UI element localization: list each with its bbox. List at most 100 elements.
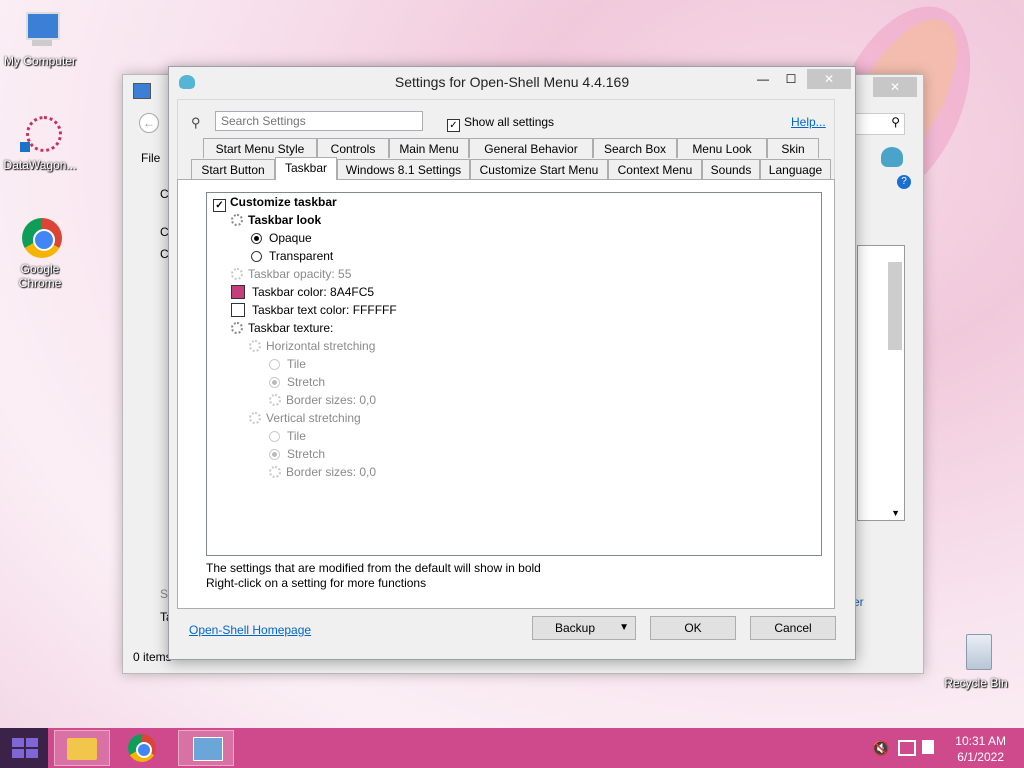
tab-general-behavior[interactable]: General Behavior (469, 138, 593, 158)
hint-text-2: Right-click on a setting for more functi… (206, 576, 427, 590)
settings-app-icon (193, 737, 223, 761)
network-icon[interactable] (898, 740, 916, 756)
radio-selected[interactable] (251, 233, 262, 244)
back-button[interactable]: ← (139, 113, 159, 133)
cancel-button[interactable]: Cancel (750, 616, 836, 640)
radio-unselected[interactable] (251, 251, 262, 262)
help-link[interactable]: Help... (791, 115, 826, 129)
setting-horizontal-stretching[interactable]: Horizontal stretching (249, 337, 375, 355)
clock-time: 10:31 AM (955, 734, 1006, 748)
option-h-stretch[interactable]: Stretch (269, 373, 325, 391)
tab-start-menu-style[interactable]: Start Menu Style (203, 138, 317, 158)
checkbox-checked[interactable]: ✓ (213, 199, 226, 212)
radio-selected[interactable] (269, 449, 280, 460)
color-swatch[interactable] (231, 303, 245, 317)
setting-taskbar-color[interactable]: Taskbar color: 8A4FC5 (231, 283, 374, 301)
action-center-icon[interactable] (922, 740, 934, 754)
desktop-icon-label: DataWagon... (3, 158, 77, 172)
tab-search-box[interactable]: Search Box (593, 138, 677, 158)
setting-h-border-sizes[interactable]: Border sizes: 0,0 (269, 391, 376, 409)
tab-skin[interactable]: Skin (767, 138, 819, 158)
setting-taskbar-text-color[interactable]: Taskbar text color: FFFFFF (231, 301, 397, 319)
setting-taskbar-look[interactable]: Taskbar look (231, 211, 321, 229)
gear-icon (231, 268, 243, 280)
taskbar-file-explorer[interactable] (54, 730, 110, 766)
tab-context-menu[interactable]: Context Menu (608, 159, 702, 179)
option-opaque[interactable]: Opaque (251, 229, 312, 247)
windows-logo-icon (12, 738, 38, 758)
dropdown-arrow-icon: ▼ (619, 622, 629, 633)
explorer-close-button[interactable]: ✕ (873, 77, 917, 97)
help-icon[interactable]: ? (897, 175, 911, 189)
gear-icon (269, 394, 281, 406)
flower-logo-icon (18, 112, 62, 156)
gear-icon (231, 322, 243, 334)
radio-unselected[interactable] (269, 359, 280, 370)
tab-controls[interactable]: Controls (317, 138, 389, 158)
ok-button[interactable]: OK (650, 616, 736, 640)
dialog-titlebar[interactable]: Settings for Open-Shell Menu 4.4.169 — ☐… (169, 67, 855, 97)
setting-v-border-sizes[interactable]: Border sizes: 0,0 (269, 463, 376, 481)
color-swatch[interactable] (231, 285, 245, 299)
chrome-icon (18, 216, 62, 260)
tab-start-button[interactable]: Start Button (191, 159, 275, 179)
settings-tree[interactable]: ✓ Customize taskbar Taskbar look Opaque T… (206, 192, 822, 556)
close-button[interactable]: ✕ (807, 69, 851, 89)
taskbar-settings-app[interactable] (178, 730, 234, 766)
taskbar-chrome[interactable] (114, 730, 170, 766)
computer-icon (18, 8, 62, 52)
settings-dialog[interactable]: Settings for Open-Shell Menu 4.4.169 — ☐… (168, 66, 856, 660)
desktop-icon-label: My Computer (3, 54, 77, 68)
option-h-tile[interactable]: Tile (269, 355, 306, 373)
setting-vertical-stretching[interactable]: Vertical stretching (249, 409, 361, 427)
maximize-button[interactable]: ☐ (777, 69, 805, 89)
hint-text-1: The settings that are modified from the … (206, 561, 541, 575)
clock[interactable]: 10:31 AM 6/1/2022 (955, 733, 1006, 765)
radio-unselected[interactable] (269, 431, 280, 442)
start-button[interactable] (0, 728, 48, 768)
scroll-down-arrow[interactable]: ▼ (891, 508, 900, 518)
explorer-search-box[interactable]: ⚲ (853, 113, 905, 135)
tab-sounds[interactable]: Sounds (702, 159, 760, 179)
tab-customize-start-menu[interactable]: Customize Start Menu (470, 159, 608, 179)
minimize-button[interactable]: — (749, 69, 777, 89)
desktop-icon-recycle-bin[interactable]: Recycle Bin (936, 630, 1016, 690)
search-input[interactable] (215, 111, 423, 131)
tab-taskbar[interactable]: Taskbar (275, 157, 337, 180)
desktop-icon-my-computer[interactable]: My Computer (0, 8, 80, 68)
gear-icon (249, 412, 261, 424)
gear-icon (231, 214, 243, 226)
show-all-label: Show all settings (464, 115, 555, 129)
setting-taskbar-texture[interactable]: Taskbar texture: (231, 319, 333, 337)
option-v-stretch[interactable]: Stretch (269, 445, 325, 463)
tabs-row-1: Start Menu Style Controls Main Menu Gene… (191, 138, 831, 159)
radio-selected[interactable] (269, 377, 280, 388)
tab-language[interactable]: Language (760, 159, 831, 179)
show-all-checkbox[interactable]: ✓ Show all settings (447, 115, 554, 132)
backup-button[interactable]: Backup ▼ (532, 616, 636, 640)
option-v-tile[interactable]: Tile (269, 427, 306, 445)
recycle-bin-icon (954, 630, 998, 674)
scroll-thumb[interactable] (888, 262, 902, 350)
desktop-icon-label: Google Chrome (18, 262, 62, 290)
shell-icon (881, 147, 903, 167)
homepage-link[interactable]: Open-Shell Homepage (189, 623, 311, 637)
tabs-row-2: Start Button Taskbar Windows 8.1 Setting… (191, 157, 831, 180)
gear-icon (269, 466, 281, 478)
gear-icon (249, 340, 261, 352)
tab-windows-81-settings[interactable]: Windows 8.1 Settings (337, 159, 470, 179)
desktop-icon-datawagon[interactable]: DataWagon... (0, 112, 80, 172)
option-transparent[interactable]: Transparent (251, 247, 333, 265)
setting-taskbar-opacity[interactable]: Taskbar opacity: 55 (231, 265, 351, 283)
tab-menu-look[interactable]: Menu Look (677, 138, 767, 158)
tab-main-menu[interactable]: Main Menu (389, 138, 469, 158)
desktop-icon-chrome[interactable]: Google Chrome (0, 216, 80, 290)
menu-file[interactable]: File (141, 151, 160, 165)
search-icon: ⚲ (891, 115, 900, 129)
taskbar: 🔇 10:31 AM 6/1/2022 (0, 728, 1024, 768)
explorer-list-scrollbar[interactable]: ▼ (857, 245, 905, 521)
desktop-icon-label: Recycle Bin (944, 676, 1008, 690)
volume-muted-icon[interactable]: 🔇 (872, 740, 889, 757)
setting-customize-taskbar[interactable]: ✓ Customize taskbar (213, 193, 337, 212)
checkbox-checked[interactable]: ✓ (447, 119, 460, 132)
